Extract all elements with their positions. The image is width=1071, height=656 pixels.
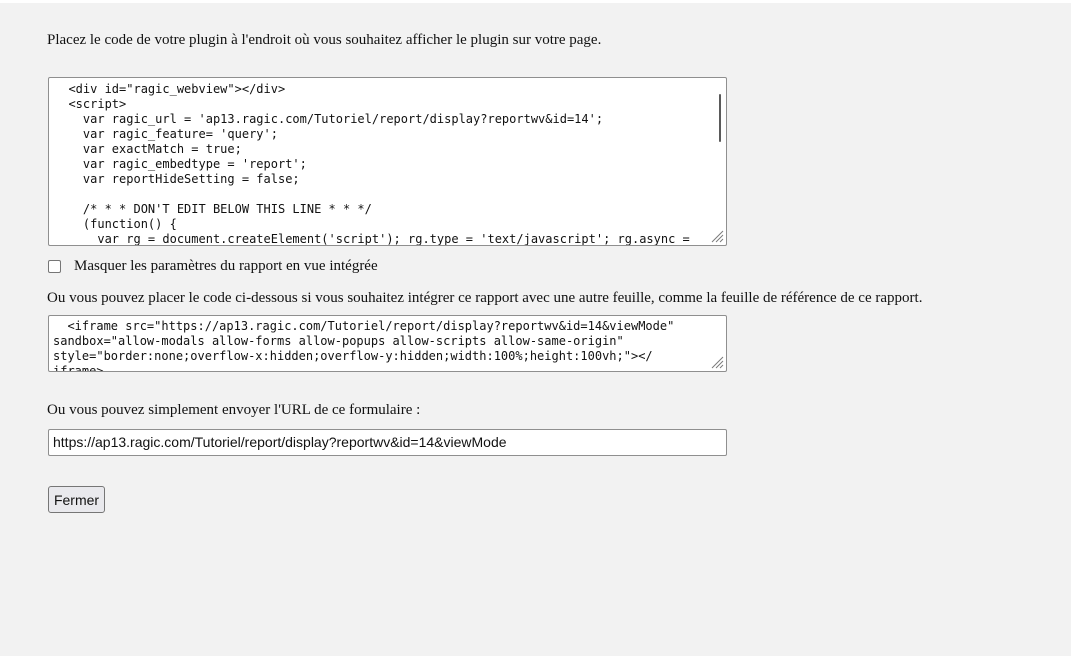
close-button[interactable]: Fermer: [48, 486, 105, 513]
resize-grip-icon[interactable]: [710, 229, 724, 243]
iframe-code-textarea[interactable]: <iframe src="https://ap13.ragic.com/Tuto…: [48, 315, 727, 372]
plugin-code-content: <div id="ragic_webview"></div> <script> …: [68, 82, 690, 246]
url-intro-text: Ou vous pouvez simplement envoyer l'URL …: [47, 402, 421, 418]
hide-settings-label[interactable]: Masquer les paramètres du rapport en vue…: [74, 257, 378, 275]
resize-grip-icon[interactable]: [710, 355, 724, 369]
iframe-intro-text: Ou vous pouvez placer le code ci-dessous…: [47, 290, 923, 306]
plugin-code-scrollbar[interactable]: [719, 94, 721, 142]
hide-settings-checkbox[interactable]: [48, 259, 61, 273]
top-border: [0, 0, 1071, 3]
intro-text: Placez le code de votre plugin à l'endro…: [47, 32, 602, 48]
url-field[interactable]: https://ap13.ragic.com/Tutoriel/report/d…: [48, 429, 727, 456]
hide-settings-row: Masquer les paramètres du rapport en vue…: [48, 257, 378, 275]
plugin-code-textarea[interactable]: <div id="ragic_webview"></div> <script> …: [48, 77, 727, 246]
iframe-code-content: <iframe src="https://ap13.ragic.com/Tuto…: [53, 319, 675, 372]
